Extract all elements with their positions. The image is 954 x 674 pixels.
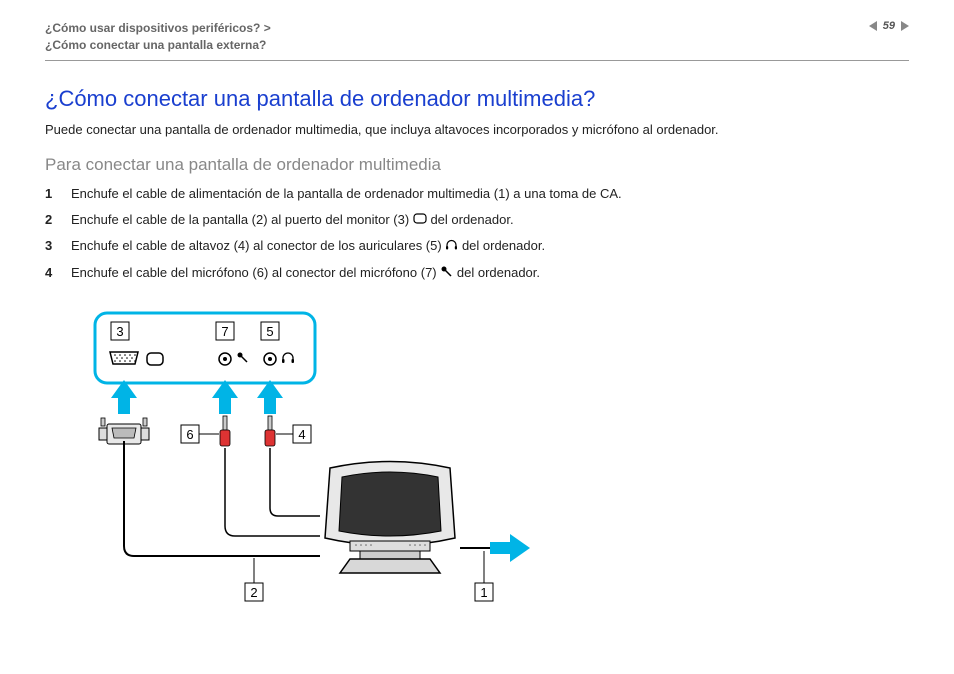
breadcrumb-line-1: ¿Cómo usar dispositivos periféricos? >	[45, 21, 271, 35]
step-item: Enchufe el cable de alimentación de la p…	[45, 185, 909, 203]
connection-diagram: 3 7 5	[75, 308, 909, 613]
diagram-label-3: 3	[116, 324, 123, 339]
diagram-label-1: 1	[480, 585, 487, 600]
audio-plug-icon	[265, 416, 275, 446]
page-header: ¿Cómo usar dispositivos periféricos? > ¿…	[45, 20, 909, 61]
audio-plug-icon	[220, 416, 230, 446]
step-text-tail: del ordenador.	[430, 212, 513, 227]
breadcrumb: ¿Cómo usar dispositivos periféricos? > ¿…	[45, 20, 271, 54]
intro-text: Puede conectar una pantalla de ordenador…	[45, 122, 909, 137]
page-number: 59	[883, 20, 895, 32]
arrow-up-icon	[212, 380, 238, 414]
step-item: Enchufe el cable de altavoz (4) al conec…	[45, 237, 909, 256]
microphone-icon	[440, 265, 453, 283]
monitor-port-icon	[413, 211, 427, 229]
arrow-right-icon	[490, 534, 530, 562]
diagram-label-2: 2	[250, 585, 257, 600]
step-item: Enchufe el cable de la pantalla (2) al p…	[45, 211, 909, 230]
breadcrumb-line-2: ¿Cómo conectar una pantalla externa?	[45, 38, 266, 52]
page-number-nav: 59	[869, 20, 909, 32]
step-text: Enchufe el cable de alimentación de la p…	[71, 186, 622, 201]
step-text: Enchufe el cable de altavoz (4) al conec…	[71, 238, 445, 253]
diagram-label-5: 5	[266, 324, 273, 339]
diagram-label-6: 6	[186, 427, 193, 442]
step-text: Enchufe el cable de la pantalla (2) al p…	[71, 212, 413, 227]
diagram-label-4: 4	[298, 427, 305, 442]
step-text: Enchufe el cable del micrófono (6) al co…	[71, 265, 440, 280]
arrow-up-icon	[257, 380, 283, 414]
steps-list: Enchufe el cable de alimentación de la p…	[45, 185, 909, 283]
vga-connector-icon	[99, 418, 149, 444]
step-text-tail: del ordenador.	[457, 265, 540, 280]
diagram-label-7: 7	[221, 324, 228, 339]
step-item: Enchufe el cable del micrófono (6) al co…	[45, 264, 909, 283]
multimedia-monitor-icon	[325, 461, 455, 573]
headphones-icon	[445, 238, 458, 256]
subheading: Para conectar una pantalla de ordenador …	[45, 155, 909, 175]
prev-page-icon[interactable]	[869, 21, 877, 31]
next-page-icon[interactable]	[901, 21, 909, 31]
page-title: ¿Cómo conectar una pantalla de ordenador…	[45, 86, 909, 112]
arrow-up-icon	[111, 380, 137, 414]
step-text-tail: del ordenador.	[462, 238, 545, 253]
